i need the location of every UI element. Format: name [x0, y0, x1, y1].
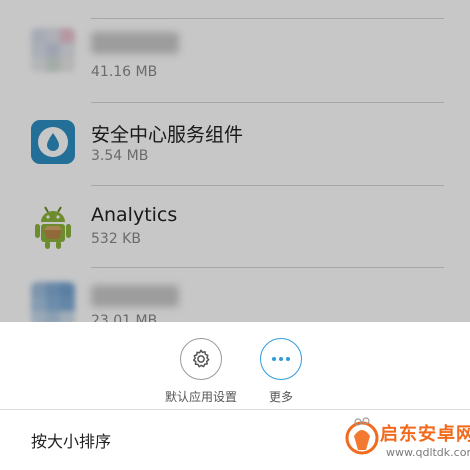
dim-overlay[interactable] [0, 0, 470, 322]
more-button[interactable]: 更多 [231, 338, 331, 405]
sort-option-label: 按大小排序 [31, 432, 112, 451]
action-label: 更多 [268, 390, 293, 404]
watermark-url: www.qdltdk.com [386, 446, 470, 459]
gear-icon [180, 338, 222, 380]
watermark-brand: 启东安卓网 [380, 424, 470, 445]
site-watermark: 启东安卓网 www.qdltdk.com [336, 410, 470, 470]
more-dots-icon [260, 338, 302, 380]
watermark-logo-icon [345, 417, 379, 455]
